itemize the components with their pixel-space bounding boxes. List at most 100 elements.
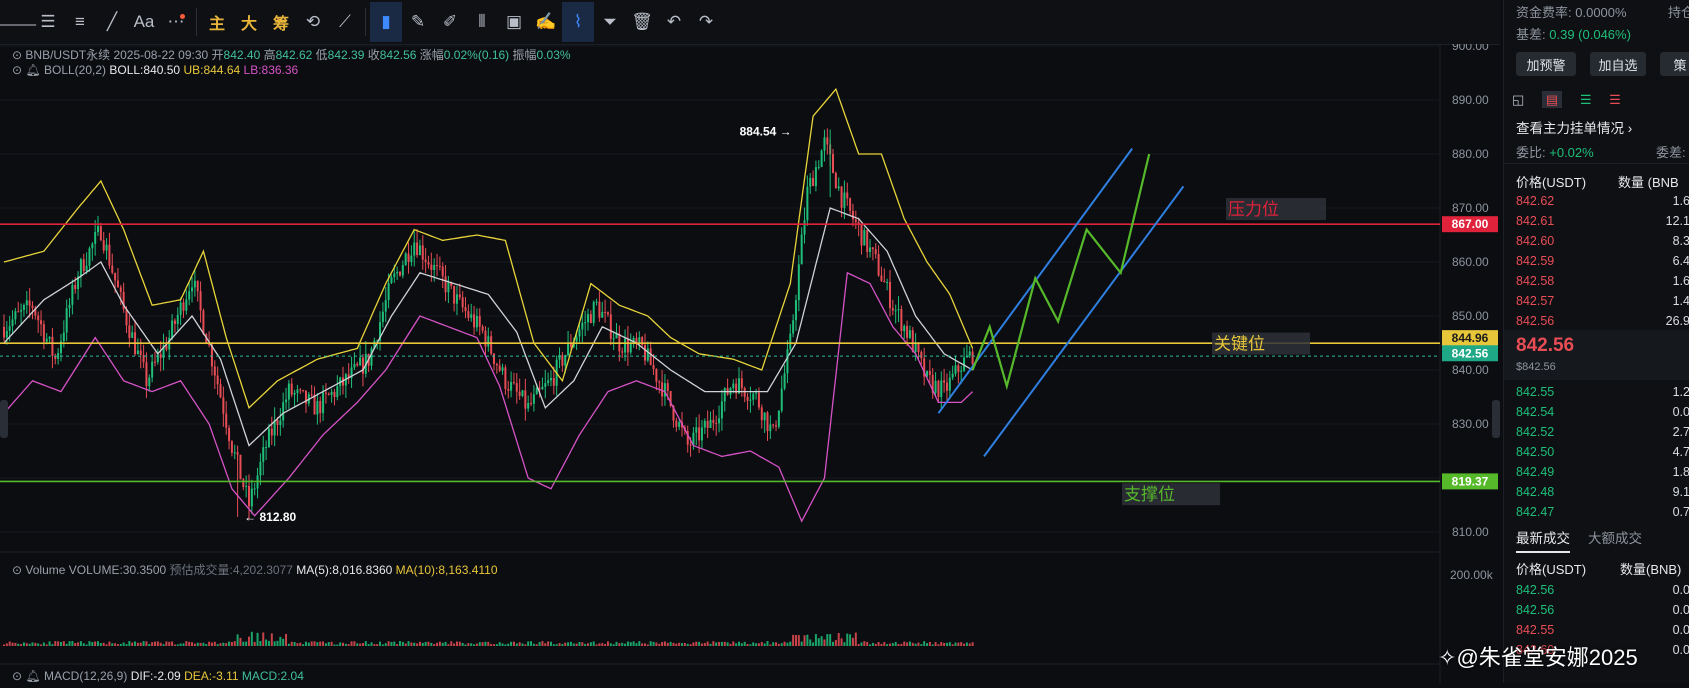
magnet-tool-button[interactable]: ⌇ xyxy=(562,2,594,42)
cn-tool-button-0[interactable]: 主 xyxy=(201,2,233,42)
candle-body xyxy=(285,399,288,403)
delete-tool-button[interactable]: 🗑 xyxy=(626,2,658,42)
main-orders-link[interactable]: 查看主力挂单情况 › xyxy=(1516,117,1632,137)
volume-bar xyxy=(886,644,889,646)
candle-body xyxy=(598,301,601,318)
cn-tool-button-1[interactable]: 大 xyxy=(233,2,265,42)
bell-icon[interactable]: 🔔︎ xyxy=(25,63,40,77)
volume-bar xyxy=(686,643,689,646)
ohlc-legend: ⊙ BNB/USDT永续 2025-08-22 09:30 开842.40 高8… xyxy=(12,46,571,63)
bid-row[interactable]: 842.48 9.1 xyxy=(1504,485,1689,505)
right-scroll-handle[interactable] xyxy=(1492,400,1500,438)
ask-row[interactable]: 842.57 1.4 xyxy=(1504,294,1689,314)
price-chart[interactable]: 900.00 890.00 880.00 870.00 860.00 850.00 840.… xyxy=(0,39,1500,683)
undo-tool-button[interactable]: ↶ xyxy=(658,2,690,42)
left-scroll-handle[interactable] xyxy=(0,400,8,438)
volume-bar xyxy=(692,642,695,646)
ask-row[interactable]: 842.59 6.4 xyxy=(1504,254,1689,274)
candle-body xyxy=(515,382,518,392)
volume-bar xyxy=(948,642,951,646)
current-price-tag: 842.56 xyxy=(1452,346,1489,360)
candle-body xyxy=(259,461,262,476)
bid-row[interactable]: 842.54 0.0 xyxy=(1504,405,1689,425)
book-depth-icon[interactable]: ▤ xyxy=(1541,91,1563,108)
volume-bar xyxy=(25,643,28,646)
candle-body xyxy=(772,424,775,426)
ask-row[interactable]: 842.62 1.6 xyxy=(1504,194,1689,214)
candle-body xyxy=(749,399,752,401)
volume-bar xyxy=(327,642,330,646)
book-asks-icon[interactable]: ☰ xyxy=(1609,92,1621,107)
volume-bar xyxy=(304,641,307,646)
clipboard-tool-button[interactable]: ▣ xyxy=(498,2,530,42)
candle-body xyxy=(689,444,692,446)
bookmark-tool-button[interactable]: ▮ xyxy=(370,2,402,42)
candle-body xyxy=(327,393,330,395)
volume-bar xyxy=(857,643,860,646)
ask-row[interactable]: 842.58 1.6 xyxy=(1504,274,1689,294)
bid-row[interactable]: 842.49 1.8 xyxy=(1504,465,1689,485)
macd-bell-icon[interactable]: 🔔︎ xyxy=(25,669,40,683)
volume-bar xyxy=(373,644,376,646)
candle-body xyxy=(68,304,71,309)
candle-body xyxy=(532,394,535,404)
indicator-tool-button[interactable]: ⟲ xyxy=(297,2,329,42)
parallel-lines-tool-button[interactable]: ≡ xyxy=(64,2,96,42)
tab-large-trades[interactable]: 大额成交 xyxy=(1588,527,1642,547)
candle-body xyxy=(316,401,319,415)
candle-body xyxy=(22,305,25,310)
horizontal-line-tool-button[interactable]: ⸻ xyxy=(0,2,37,42)
candle-body xyxy=(877,253,880,276)
volume-bar xyxy=(960,642,963,646)
redo-tool-button[interactable]: ↷ xyxy=(690,2,722,42)
bid-row[interactable]: 842.52 2.7 xyxy=(1504,425,1689,445)
tab-latest-trades[interactable]: 最新成交 xyxy=(1516,527,1570,553)
candle-tool-button[interactable]: ⫴ xyxy=(466,2,498,42)
notification-dot xyxy=(180,14,185,19)
volume-bar xyxy=(883,642,886,646)
volume-bar xyxy=(695,641,698,646)
candle-body xyxy=(401,265,404,276)
candle-body xyxy=(199,291,202,311)
candle-body xyxy=(8,326,11,331)
candle-body xyxy=(766,412,769,432)
visibility-icon[interactable]: ⊙ xyxy=(12,63,22,77)
volume-bar xyxy=(168,641,171,646)
pen-tool-button[interactable]: ✎ xyxy=(402,2,434,42)
book-bids-icon[interactable]: ☰ xyxy=(1580,92,1592,107)
volume-bar xyxy=(643,643,646,646)
candle-body xyxy=(783,373,786,389)
volume-bar xyxy=(703,642,706,646)
more-tools-button[interactable]: ⋯ xyxy=(160,2,192,42)
trend-line-tool-button[interactable]: ╱ xyxy=(96,2,128,42)
book-both-icon[interactable]: ◱ xyxy=(1512,92,1524,107)
candle-body xyxy=(552,377,555,386)
brush-tool-icon: ✐ xyxy=(442,12,458,31)
text-tool-button[interactable]: Aa xyxy=(128,2,160,42)
change-value: 0.02%(0.16) xyxy=(443,48,510,62)
volume-bar xyxy=(51,644,54,646)
add-alert-button[interactable]: 加预警 xyxy=(1516,52,1576,76)
chart-svg[interactable]: 900.00 890.00 880.00 870.00 860.00 850.00 840.… xyxy=(0,39,1500,683)
ask-row[interactable]: 842.61 12.1 xyxy=(1504,214,1689,234)
bid-row[interactable]: 842.55 1.2 xyxy=(1504,385,1689,405)
filter-tool-button[interactable]: ⏷ xyxy=(594,2,626,42)
collapse-icon[interactable]: ⊙ xyxy=(12,48,22,62)
brush-tool-button[interactable]: ✐ xyxy=(434,2,466,42)
edit-tool-button[interactable]: ✍ xyxy=(530,2,562,42)
add-favorite-button[interactable]: 加自选 xyxy=(1590,52,1646,76)
bid-row[interactable]: 842.50 4.7 xyxy=(1504,445,1689,465)
bid-qty: 2.7 xyxy=(1672,425,1689,439)
macd-collapse-icon[interactable]: ⊙ xyxy=(12,669,22,683)
volume-bar xyxy=(587,643,590,646)
y-tick-label: 810.00 xyxy=(1452,525,1489,539)
trade-row: 842.56 0.0 xyxy=(1504,603,1689,623)
bid-row[interactable]: 842.47 0.7 xyxy=(1504,505,1689,525)
cn-tool-button-2[interactable]: 筹 xyxy=(265,2,297,42)
volume-bar xyxy=(581,642,584,646)
strategy-button[interactable]: 策 xyxy=(1660,52,1689,76)
measure-tool-button[interactable]: ⟋ xyxy=(329,2,361,42)
ray-tool-button[interactable]: ☰ xyxy=(32,2,64,42)
ask-row[interactable]: 842.60 8.3 xyxy=(1504,234,1689,254)
volume-collapse-icon[interactable]: ⊙ xyxy=(12,563,22,577)
